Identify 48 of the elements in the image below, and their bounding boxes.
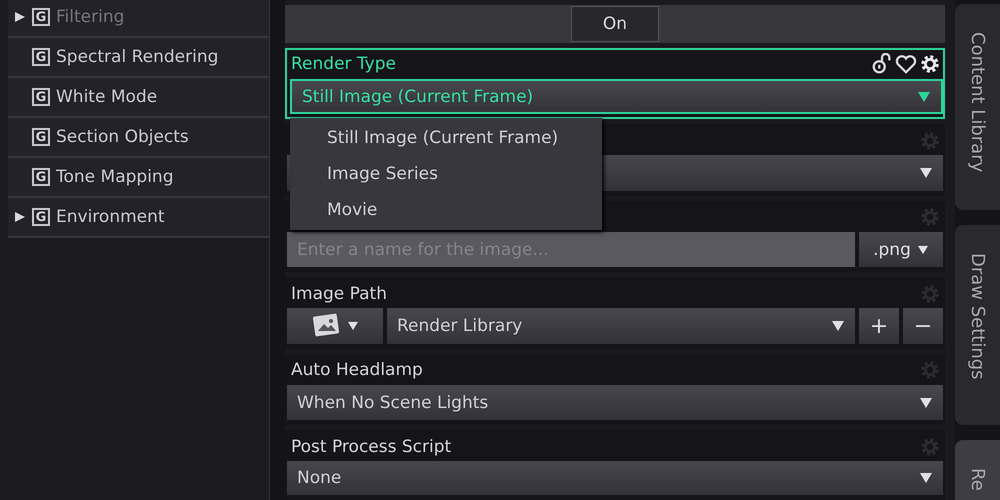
picture-icon (311, 313, 341, 340)
settings-icon[interactable] (919, 53, 941, 76)
dropdown[interactable]: When No Scene Lights (287, 384, 943, 420)
group-icon: G (32, 88, 50, 106)
group-icon: G (32, 168, 50, 186)
expand-arrow-icon[interactable] (14, 211, 26, 223)
group-icon: G (32, 128, 50, 146)
group-icon: G (32, 208, 50, 226)
format-dropdown[interactable]: .png (859, 232, 943, 268)
group-icon: G (32, 8, 50, 26)
menu-item[interactable]: Image Series (290, 156, 602, 192)
remove-button[interactable]: − (903, 308, 943, 344)
toggle-button[interactable]: On (571, 6, 659, 42)
menu-item[interactable]: Still Image (Current Frame) (290, 120, 602, 156)
side-tab[interactable]: Content Library (955, 4, 1000, 210)
tree-item-label: Spectral Rendering (56, 47, 218, 67)
dropdown-arrow-icon (831, 320, 845, 332)
tree-item-label: Tone Mapping (56, 167, 174, 187)
heart-icon[interactable] (895, 53, 917, 76)
dropdown[interactable]: None (287, 461, 943, 496)
tree-item[interactable]: G Section Objects (8, 118, 269, 158)
dropdown-arrow-icon (917, 90, 931, 102)
tree-item[interactable]: G Spectral Rendering (8, 38, 269, 78)
tree-item-label: Section Objects (56, 127, 189, 147)
group-icon: G (32, 48, 50, 66)
property-label: Auto Headlamp (291, 360, 423, 380)
tree-item-label: Filtering (56, 7, 124, 27)
dropdown-arrow-icon (919, 472, 933, 484)
tree-item-label: Environment (56, 207, 165, 227)
tree-item[interactable]: G White Mode (8, 78, 269, 118)
property-label: Image Path (291, 284, 387, 304)
dropdown-arrow-icon (919, 167, 933, 180)
tree-item-label: White Mode (56, 87, 158, 107)
tree-item[interactable]: G Environment (8, 198, 269, 238)
side-tab[interactable]: Re (955, 440, 1000, 500)
property-label: Post Process Script (291, 436, 452, 457)
property-label: Render Type (291, 54, 396, 74)
add-button[interactable]: + (859, 308, 899, 344)
side-tab[interactable]: Draw Settings (955, 225, 1000, 425)
dropdown[interactable]: Still Image (Current Frame) (290, 78, 943, 114)
lock-icon[interactable] (871, 53, 893, 76)
image-picker-button[interactable] (287, 308, 383, 344)
tree-item[interactable]: G Tone Mapping (8, 158, 269, 198)
dropdown-arrow-icon (347, 321, 359, 332)
menu-item[interactable]: Movie (290, 192, 602, 228)
dropdown-arrow-icon (919, 396, 933, 409)
path-dropdown[interactable]: Render Library (387, 308, 855, 344)
dropdown-arrow-icon (916, 244, 929, 255)
